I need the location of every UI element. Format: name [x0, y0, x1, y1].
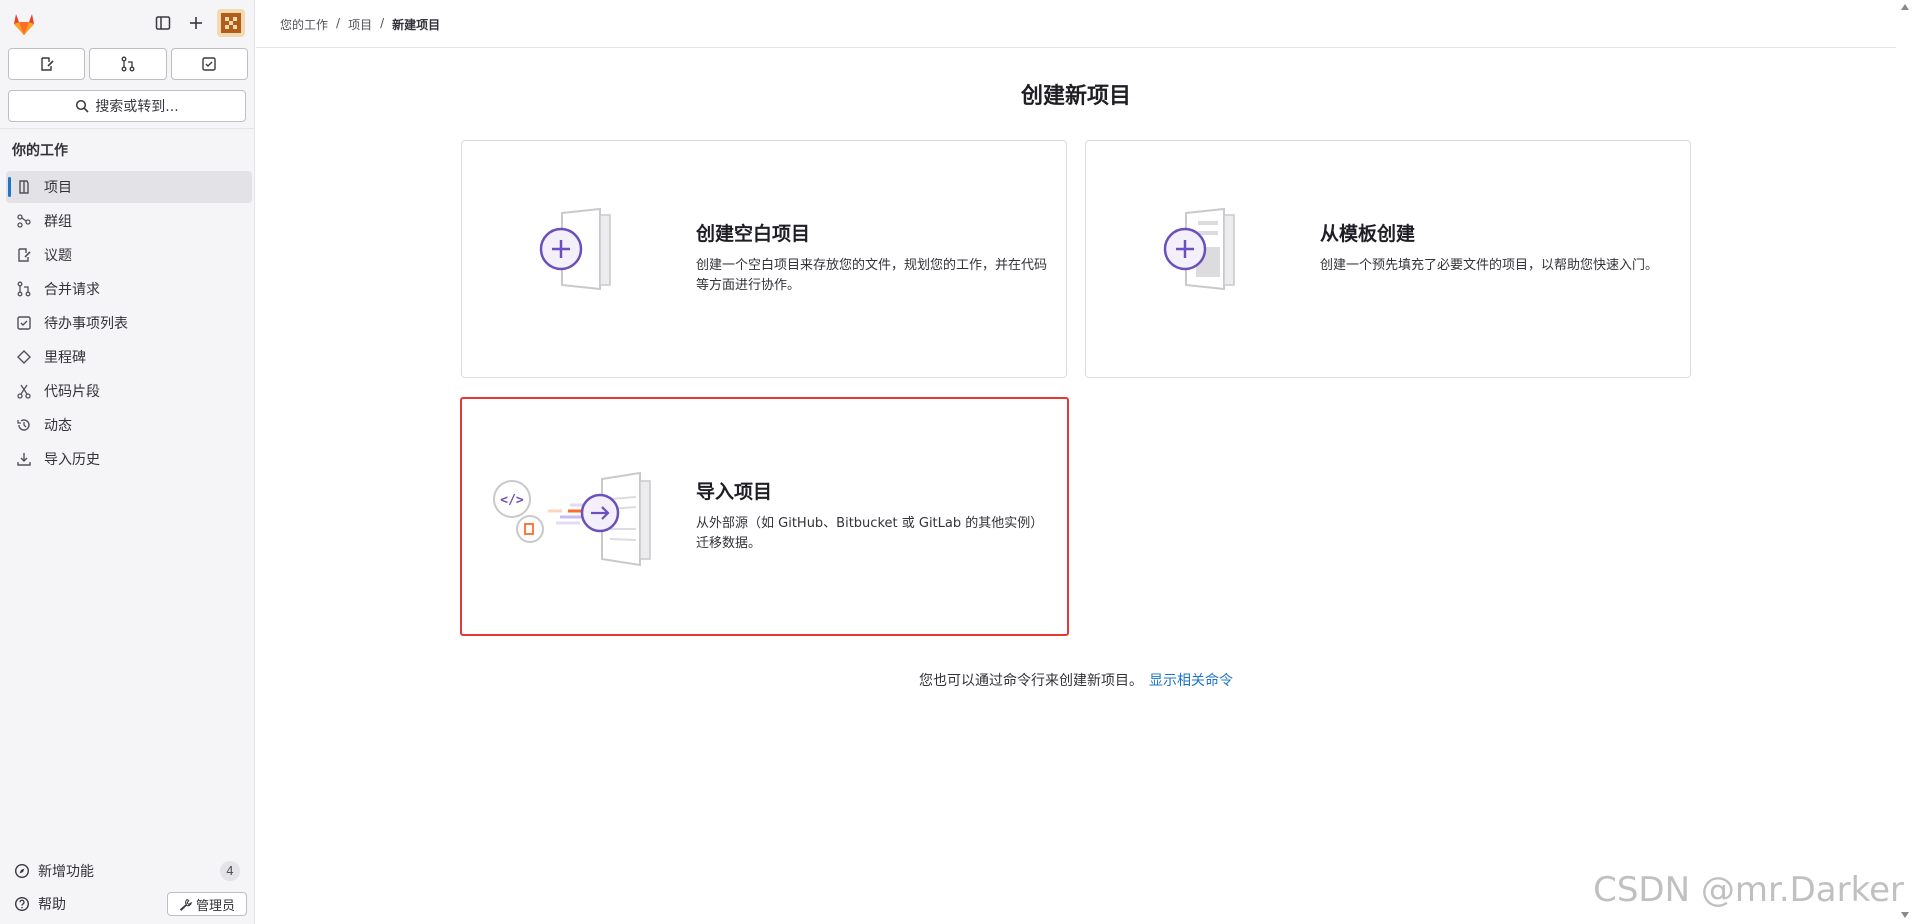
template-project-illustration	[1163, 207, 1235, 291]
sidebar-item-label: 议题	[44, 248, 72, 264]
todo-icon	[16, 315, 32, 331]
search-label: 搜索或转到...	[95, 99, 179, 115]
issues-icon	[16, 247, 32, 263]
admin-label: 管理员	[195, 898, 235, 914]
sidebar-item-milestones[interactable]: 里程碑	[6, 341, 252, 373]
sidebar-item-issues[interactable]: 议题	[6, 239, 252, 271]
sidebar-item-label: 合并请求	[44, 282, 100, 298]
card-description: 创建一个空白项目来存放您的文件，规划您的工作，并在代码等方面进行协作。	[696, 258, 1048, 293]
card-text: 从模板创建 创建一个预先填充了必要文件的项目，以帮助您快速入门。	[1320, 219, 1680, 276]
sidebar-nav: 项目 群组 议题 合并请求 待办事项列表 里程碑 代码片段 动态 导入历史	[6, 171, 252, 477]
scroll-down-icon[interactable]	[1901, 912, 1909, 918]
import-icon	[16, 451, 32, 467]
sidebar-item-label: 项目	[44, 180, 72, 196]
merge-request-icon	[16, 281, 32, 297]
whats-new-count: 4	[220, 861, 240, 881]
issues-icon	[40, 57, 54, 71]
import-project-illustration: </>	[493, 471, 651, 567]
sidebar-item-activity[interactable]: 动态	[6, 409, 252, 441]
breadcrumb-separator: /	[336, 16, 341, 30]
svg-text:</>: </>	[500, 493, 524, 508]
breadcrumb-new-project[interactable]: 新建项目	[392, 16, 440, 33]
create-new-icon[interactable]	[185, 12, 207, 34]
merge-requests-button[interactable]	[89, 48, 167, 80]
card-title: 创建空白项目	[696, 223, 811, 245]
sidebar-item-projects[interactable]: 项目	[6, 171, 252, 203]
search-icon	[76, 99, 89, 113]
compass-icon	[14, 863, 30, 879]
cli-hint-text: 您也可以通过命令行来创建新项目。	[919, 673, 1143, 689]
section-title: 你的工作	[12, 143, 68, 159]
merge-request-icon	[121, 56, 135, 72]
search-button[interactable]: 搜索或转到...	[8, 90, 246, 122]
sidebar-item-label: 里程碑	[44, 350, 86, 366]
whats-new-button[interactable]: 新增功能 4	[14, 861, 240, 881]
scroll-up-icon[interactable]	[1901, 4, 1909, 10]
sidebar-item-label: 动态	[44, 418, 72, 434]
sidebar-item-snippets[interactable]: 代码片段	[6, 375, 252, 407]
template-project-card[interactable]: 从模板创建 创建一个预先填充了必要文件的项目，以帮助您快速入门。	[1085, 140, 1691, 378]
breadcrumb-separator: /	[380, 16, 385, 30]
user-avatar[interactable]	[217, 9, 245, 37]
top-bar: 您的工作 / 项目 / 新建项目	[256, 0, 1896, 48]
whats-new-label: 新增功能	[38, 864, 94, 880]
sidebar-item-groups[interactable]: 群组	[6, 205, 252, 237]
todo-items-button[interactable]	[170, 48, 248, 80]
card-text: 导入项目 从外部源（如 GitHub、Bitbucket 或 GitLab 的其…	[696, 477, 1056, 554]
cli-hint: 您也可以通过命令行来创建新项目。 显示相关命令	[256, 670, 1896, 690]
snippet-icon	[16, 383, 32, 399]
blank-project-illustration	[539, 207, 611, 291]
gitlab-logo-icon[interactable]	[10, 10, 38, 36]
admin-button[interactable]: 管理员	[167, 892, 247, 916]
blank-project-card[interactable]: 创建空白项目 创建一个空白项目来存放您的文件，规划您的工作，并在代码等方面进行协…	[461, 140, 1067, 378]
page-title: 创建新项目	[1020, 84, 1131, 109]
breadcrumb-your-work[interactable]: 您的工作	[280, 16, 328, 33]
vertical-scrollbar[interactable]	[1898, 0, 1912, 924]
card-description: 从外部源（如 GitHub、Bitbucket 或 GitLab 的其他实例）迁…	[696, 516, 1044, 551]
sidebar-toggle-icon[interactable]	[152, 12, 174, 34]
todo-icon	[202, 57, 217, 71]
sidebar: 搜索或转到... 你的工作 项目 群组 议题 合并请求 待办事项列表 里程碑 代…	[0, 0, 255, 924]
help-button[interactable]: 帮助	[14, 894, 66, 914]
wrench-icon	[179, 898, 192, 911]
quick-actions	[8, 48, 248, 80]
card-title: 导入项目	[696, 481, 773, 503]
history-icon	[16, 417, 32, 433]
card-title: 从模板创建	[1320, 223, 1416, 245]
card-text: 创建空白项目 创建一个空白项目来存放您的文件，规划您的工作，并在代码等方面进行协…	[696, 219, 1056, 296]
sidebar-item-label: 待办事项列表	[44, 316, 128, 332]
sidebar-item-todos[interactable]: 待办事项列表	[6, 307, 252, 339]
sidebar-item-label: 代码片段	[44, 384, 100, 400]
card-description: 创建一个预先填充了必要文件的项目，以帮助您快速入门。	[1320, 258, 1659, 273]
help-label: 帮助	[38, 897, 66, 913]
show-commands-link[interactable]: 显示相关命令	[1149, 673, 1233, 689]
import-project-card[interactable]: </> 导入项目 从外部源（如 GitHub、Bitbucket 或 GitLa…	[460, 397, 1069, 636]
sidebar-item-merge-requests[interactable]: 合并请求	[6, 273, 252, 305]
sidebar-item-import-history[interactable]: 导入历史	[6, 443, 252, 475]
assigned-issues-button[interactable]	[8, 48, 86, 80]
help-icon	[14, 896, 30, 912]
sidebar-header	[0, 0, 254, 46]
milestone-icon	[16, 349, 32, 365]
breadcrumb-projects[interactable]: 项目	[348, 16, 372, 33]
group-icon	[16, 213, 32, 229]
sidebar-item-label: 群组	[44, 214, 72, 230]
sidebar-divider	[0, 128, 254, 129]
project-icon	[16, 179, 32, 195]
watermark: CSDN @mr.Darker	[1593, 870, 1904, 910]
breadcrumb: 您的工作 / 项目 / 新建项目	[280, 16, 440, 33]
sidebar-item-label: 导入历史	[44, 452, 100, 468]
